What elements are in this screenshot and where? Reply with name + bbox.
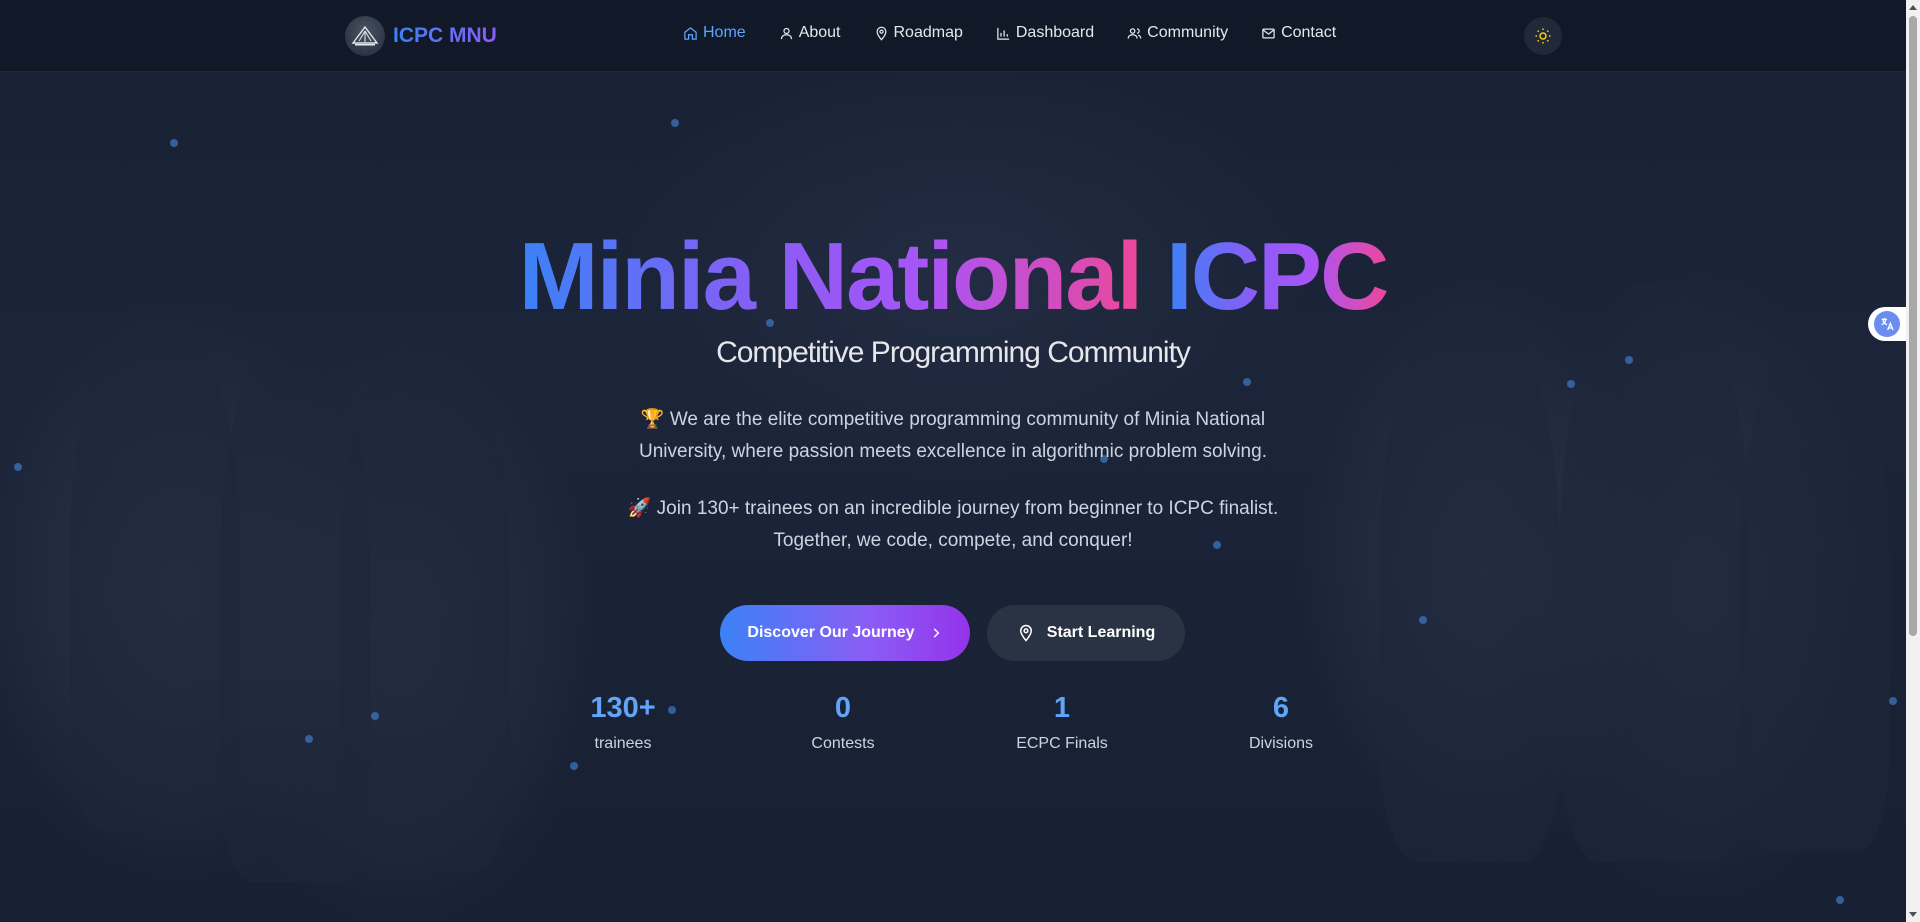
stat-value: 0 [834, 692, 852, 724]
nav-links: Home About Roadmap Dashboard Community C… [683, 24, 1369, 42]
background-figure [1380, 302, 1560, 862]
nav-item-label: Dashboard [1015, 24, 1095, 41]
nav-item-home[interactable]: Home [683, 24, 746, 42]
start-learning-button[interactable]: Start Learning [987, 605, 1185, 661]
mail-icon [1262, 28, 1275, 38]
hero-title-accent: ICPC [1166, 223, 1389, 330]
decorative-dot [14, 463, 22, 471]
background-figure [70, 312, 240, 832]
decorative-dot [170, 139, 178, 147]
hero-description: 🏆 We are the elite competitive programmi… [639, 409, 1267, 462]
decorative-dot [1567, 380, 1575, 388]
discover-journey-button[interactable]: Discover Our Journey [720, 605, 970, 661]
page-scrollbar[interactable] [1906, 0, 1920, 922]
decorative-dot [671, 119, 679, 127]
background-figure [340, 332, 510, 872]
translate-icon [1874, 311, 1900, 337]
nav-item-label: Community [1147, 24, 1229, 41]
user-icon [780, 27, 792, 39]
hero-call-to-action-text: 🚀 Join 130+ trainees on an incredible jo… [627, 498, 1279, 551]
stat-label: ECPC Finals [1016, 735, 1108, 752]
nav-item-label: Home [703, 24, 746, 41]
chevron-right-icon [933, 628, 939, 638]
scroll-down-arrow-icon[interactable] [1909, 912, 1917, 917]
stat-value: 6 [1272, 692, 1290, 724]
stat-value: 1 [1053, 692, 1071, 724]
decorative-dot [371, 712, 379, 720]
stat-divisions: 6 Divisions [1181, 692, 1381, 753]
scroll-up-arrow-icon[interactable] [1909, 5, 1917, 10]
map-pin-icon [1019, 624, 1032, 642]
nav-item-label: Contact [1281, 24, 1337, 41]
nav-item-label: Roadmap [893, 24, 963, 41]
background-figure [1740, 332, 1890, 852]
decorative-dot [1419, 616, 1427, 624]
theme-toggle-button[interactable] [1524, 17, 1562, 55]
decorative-dot [1836, 896, 1844, 904]
translate-extension-button[interactable] [1868, 307, 1906, 341]
map-pin-icon [875, 26, 887, 41]
nav-item-community[interactable]: Community [1127, 24, 1228, 42]
button-label: Start Learning [1046, 624, 1156, 641]
bar-chart-icon [997, 27, 1009, 40]
stat-value: 130+ [590, 692, 656, 724]
stat-label: Contests [811, 735, 875, 752]
stat-label: trainees [594, 735, 652, 752]
sun-icon [1535, 28, 1551, 44]
nav-item-contact[interactable]: Contact [1261, 24, 1336, 42]
stat-ecpc-finals: 1 ECPC Finals [962, 692, 1162, 753]
stat-contests: 0 Contests [743, 692, 943, 753]
decorative-dot [305, 735, 313, 743]
decorative-dot [1889, 697, 1897, 705]
nav-item-dashboard[interactable]: Dashboard [996, 24, 1094, 42]
stat-label: Divisions [1248, 735, 1313, 752]
brand-logo[interactable]: ICPC MNU [345, 16, 497, 56]
scrollbar-thumb[interactable] [1909, 16, 1917, 636]
top-navbar: ICPC MNU Home About Roadmap Dashboard Co… [0, 0, 1906, 72]
button-label: Discover Our Journey [747, 624, 915, 641]
brand-name: ICPC MNU [393, 24, 497, 47]
nav-item-label: About [798, 24, 841, 41]
hero-subtitle: Competitive Programming Community [716, 336, 1191, 369]
hero-title: Minia National ICPC [0, 222, 1906, 332]
decorative-dot [570, 762, 578, 770]
decorative-dot [1243, 378, 1251, 386]
hero-title-main: Minia National [518, 223, 1144, 330]
nav-item-about[interactable]: About [779, 24, 841, 42]
logo-icon [345, 16, 385, 56]
home-icon [684, 26, 697, 40]
stat-trainees: 130+ trainees [523, 692, 723, 753]
nav-item-roadmap[interactable]: Roadmap [874, 24, 963, 42]
users-icon [1127, 27, 1142, 39]
